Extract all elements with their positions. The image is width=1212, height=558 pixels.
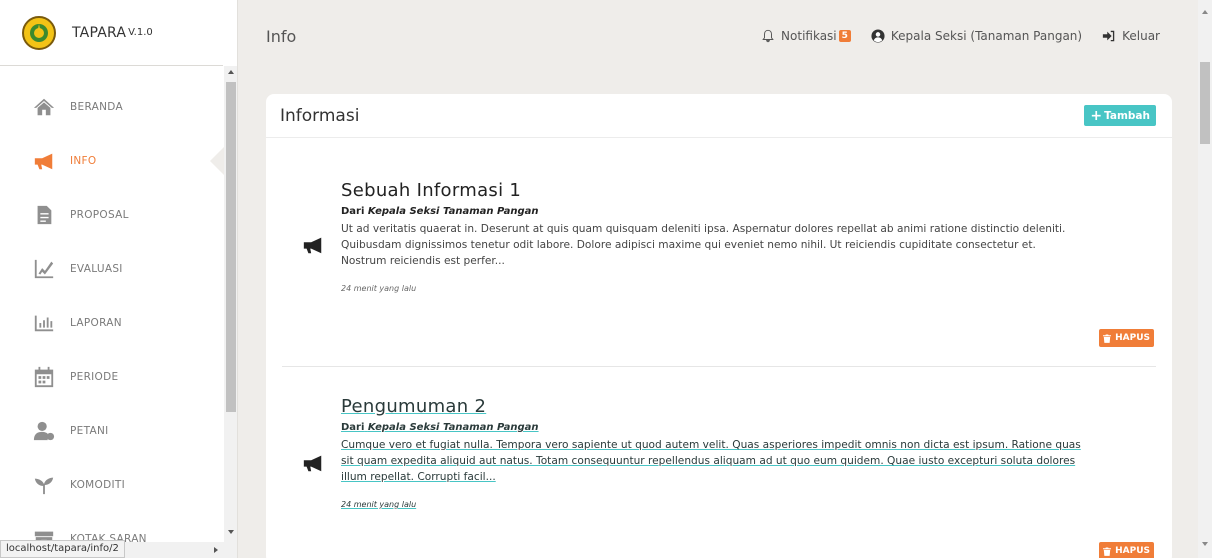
logout-label: Keluar [1122, 29, 1160, 43]
scroll-down-arrow-icon[interactable] [1202, 542, 1208, 546]
sidebar-item-label: LAPORAN [70, 317, 122, 329]
post-body: Cumque vero et fugiat nulla. Tempora ver… [341, 439, 1081, 483]
sidebar-item-label: BERANDA [70, 101, 123, 113]
user-circle-icon [871, 29, 885, 43]
sprout-icon [30, 471, 58, 499]
delete-button-label: HAPUS [1115, 333, 1150, 343]
sidebar-item-petani[interactable]: PETANI [0, 404, 224, 458]
info-post[interactable]: Pengumuman 2 Dari Kepala Seksi Tanaman P… [282, 366, 1156, 558]
sidebar-item-laporan[interactable]: LAPORAN [0, 296, 224, 350]
sidebar-item-periode[interactable]: PERIODE [0, 350, 224, 404]
info-post: Sebuah Informasi 1 Dari Kepala Seksi Tan… [282, 138, 1156, 350]
scroll-down-arrow-icon[interactable] [228, 530, 234, 534]
home-icon [30, 93, 58, 121]
post-from-prefix: Dari [341, 422, 365, 433]
post-title[interactable]: Pengumuman 2 [341, 396, 486, 417]
trash-icon [1103, 334, 1112, 343]
megaphone-icon [301, 234, 325, 256]
farmer-icon [30, 417, 58, 445]
post-author-line: Dari Kepala Seksi Tanaman Pangan [341, 422, 539, 433]
calendar-icon [30, 363, 58, 391]
top-actions: Notifikasi 5 Kepala Seksi (Tanaman Panga… [741, 29, 1160, 43]
megaphone-icon [30, 147, 58, 175]
brand-name: TAPARA [72, 24, 127, 41]
sidebar-item-label: PERIODE [70, 371, 119, 383]
brand[interactable]: TAPARA V.1.0 [0, 0, 223, 66]
megaphone-icon [301, 452, 325, 474]
sidebar-item-info[interactable]: INFO [0, 134, 225, 188]
sidebar-item-beranda[interactable]: BERANDA [0, 80, 224, 134]
sidebar-item-label: PETANI [70, 425, 109, 437]
bar-chart-icon [30, 309, 58, 337]
delete-button[interactable]: HAPUS [1099, 542, 1154, 558]
status-bar-url: localhost/tapara/info/2 [0, 540, 125, 558]
sidebar-scrollbar[interactable] [224, 66, 237, 542]
delete-button[interactable]: HAPUS [1099, 329, 1154, 347]
plus-icon: + [1090, 107, 1103, 124]
post-title[interactable]: Sebuah Informasi 1 [341, 180, 521, 201]
page-scrollbar[interactable] [1198, 0, 1212, 558]
post-timestamp: 24 menit yang lalu [341, 284, 417, 293]
post-author: Kepala Seksi Tanaman Pangan [367, 206, 539, 217]
page-title: Info [266, 26, 297, 46]
notification-badge: 5 [838, 30, 851, 42]
brand-logo-icon [22, 15, 56, 50]
scroll-right-arrow-icon[interactable] [214, 547, 218, 553]
add-button-label: Tambah [1104, 109, 1150, 122]
post-author-line: Dari Kepala Seksi Tanaman Pangan [341, 206, 539, 217]
sidebar: TAPARA V.1.0 BERANDA INFO PROPOSAL EVALU… [0, 0, 238, 558]
post-author: Kepala Seksi Tanaman Pangan [367, 422, 539, 433]
top-bar: Info Notifikasi 5 Kepala Seksi (Tanaman … [238, 0, 1198, 72]
user-profile-link[interactable]: Kepala Seksi (Tanaman Pangan) [871, 29, 1082, 43]
sidebar-item-komoditi[interactable]: KOMODITI [0, 458, 224, 512]
add-button[interactable]: + Tambah [1084, 105, 1156, 126]
post-from-prefix: Dari [341, 206, 365, 217]
sidebar-item-evaluasi[interactable]: EVALUASI [0, 242, 224, 296]
delete-button-label: HAPUS [1115, 546, 1150, 556]
logout-link[interactable]: Keluar [1102, 29, 1160, 43]
sidebar-scroll-thumb[interactable] [226, 82, 236, 412]
brand-version: V.1.0 [128, 27, 153, 38]
card-title: Informasi [280, 105, 360, 126]
notification-link[interactable]: Notifikasi 5 [761, 29, 851, 43]
notification-label: Notifikasi [781, 29, 837, 43]
sidebar-item-label: EVALUASI [70, 263, 123, 275]
scroll-up-arrow-icon[interactable] [1202, 10, 1208, 14]
info-card: Informasi + Tambah Sebuah Informasi 1 Da… [266, 94, 1172, 558]
trash-icon [1103, 547, 1112, 556]
scroll-up-arrow-icon[interactable] [228, 70, 234, 74]
sidebar-item-proposal[interactable]: PROPOSAL [0, 188, 224, 242]
chart-pen-icon [30, 255, 58, 283]
bell-icon [762, 29, 774, 43]
user-label: Kepala Seksi (Tanaman Pangan) [890, 29, 1083, 43]
post-body: Ut ad veritatis quaerat in. Deserunt at … [341, 223, 1066, 267]
document-icon [30, 201, 58, 229]
card-header: Informasi + Tambah [266, 94, 1172, 138]
sidebar-menu: BERANDA INFO PROPOSAL EVALUASI LAPORAN P… [0, 80, 225, 558]
post-timestamp: 24 menit yang lalu [341, 500, 417, 509]
sidebar-item-label: KOMODITI [70, 479, 125, 491]
page-scroll-thumb[interactable] [1200, 62, 1210, 144]
sidebar-item-label: INFO [70, 155, 97, 167]
sidebar-item-label: PROPOSAL [70, 209, 129, 221]
logout-icon [1102, 30, 1115, 42]
